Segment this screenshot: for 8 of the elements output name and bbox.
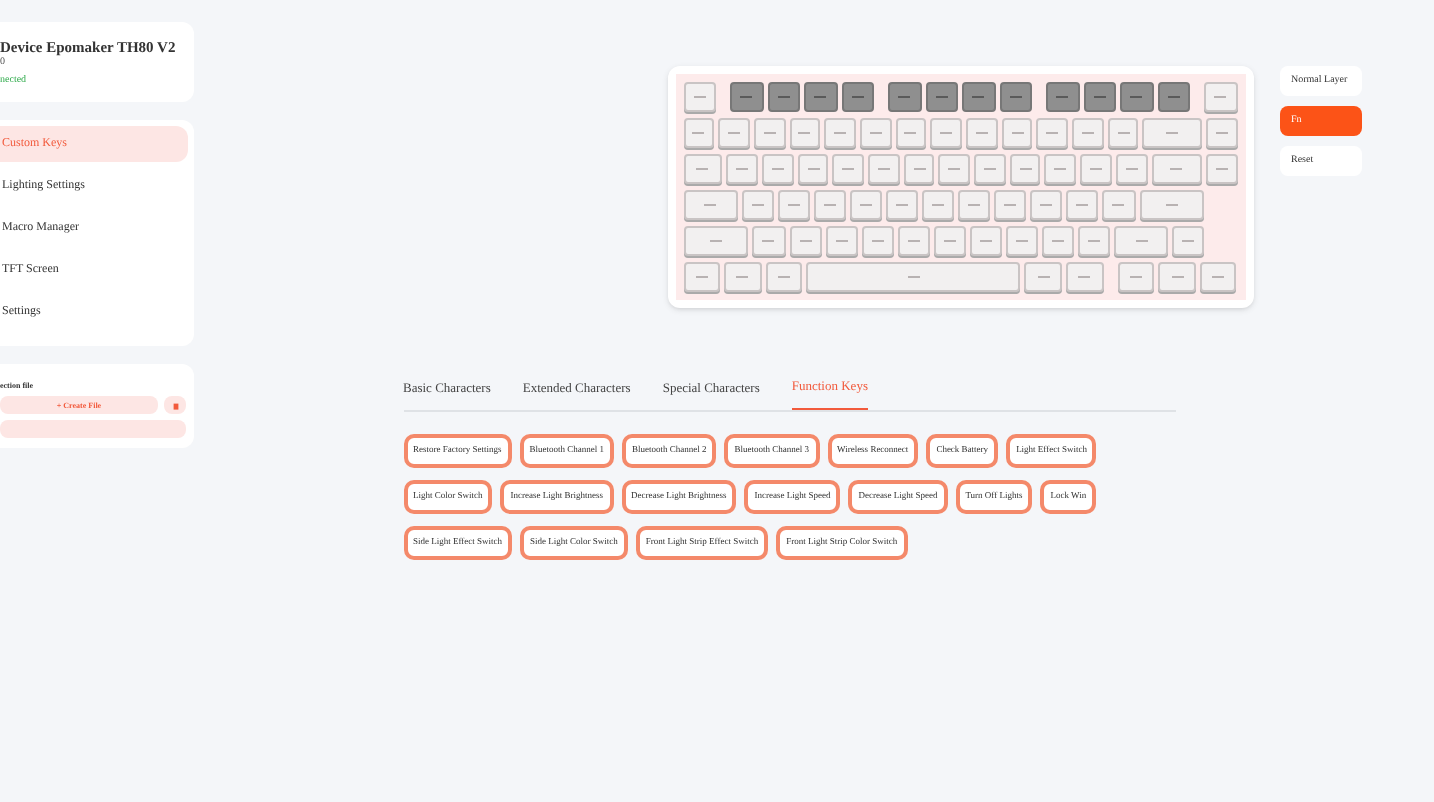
- key[interactable]: [841, 82, 874, 112]
- key[interactable]: [925, 82, 958, 112]
- key[interactable]: [999, 82, 1032, 112]
- key[interactable]: [1157, 82, 1190, 112]
- trash-icon: [171, 401, 179, 409]
- key[interactable]: [767, 82, 800, 112]
- delete-button[interactable]: [164, 396, 186, 414]
- key[interactable]: [1083, 82, 1116, 112]
